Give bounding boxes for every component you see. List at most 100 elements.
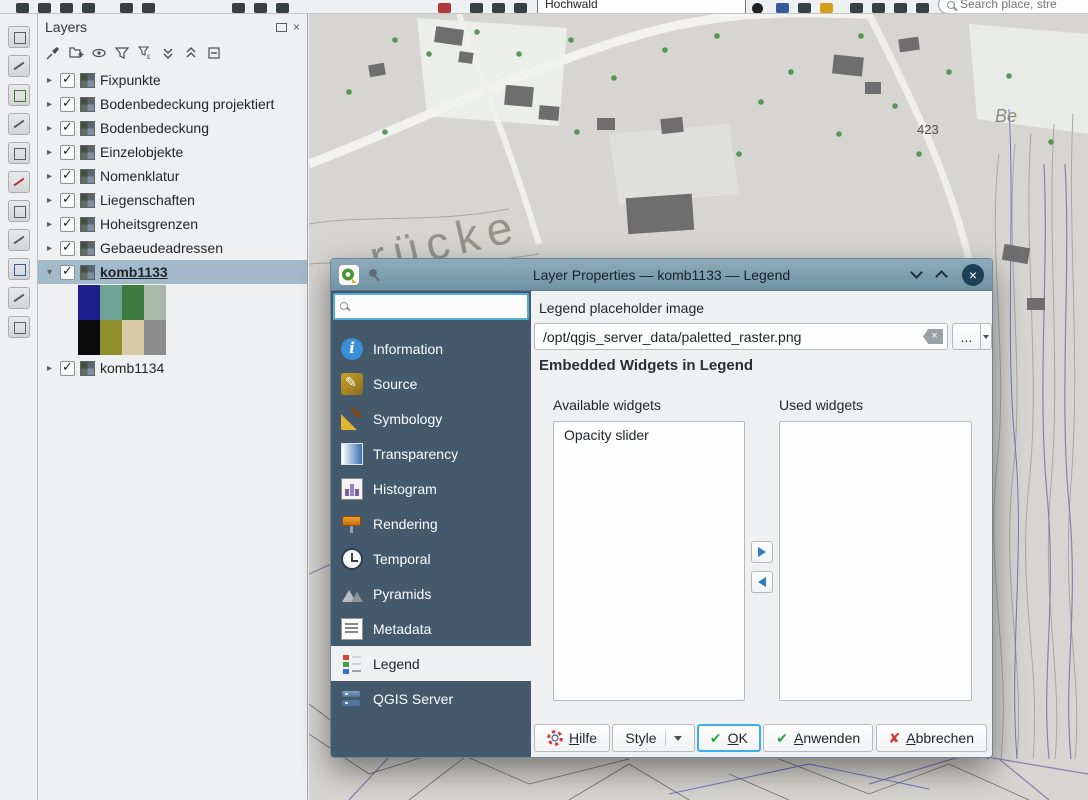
toolbar-icon[interactable] bbox=[776, 3, 789, 13]
layer-visibility-checkbox[interactable] bbox=[60, 121, 75, 136]
dialog-titlebar[interactable]: Layer Properties — komb1133 — Legend × bbox=[331, 259, 992, 291]
filter-legend-icon[interactable] bbox=[114, 45, 130, 61]
panel-close-icon[interactable]: × bbox=[293, 22, 300, 32]
widget-list-item[interactable]: Opacity slider bbox=[554, 422, 744, 448]
properties-tab[interactable]: Source bbox=[331, 366, 531, 401]
expand-arrow-icon[interactable] bbox=[44, 363, 55, 374]
properties-tab[interactable]: Temporal bbox=[331, 541, 531, 576]
panel-float-icon[interactable] bbox=[276, 23, 287, 32]
layer-row[interactable]: Fixpunkte bbox=[38, 68, 307, 92]
remove-item-icon[interactable] bbox=[206, 45, 222, 61]
layer-label[interactable]: Hoheitsgrenzen bbox=[100, 216, 198, 232]
properties-tab[interactable]: QGIS Server bbox=[331, 681, 531, 716]
expand-arrow-icon[interactable] bbox=[44, 75, 55, 86]
properties-tab[interactable]: Pyramids bbox=[331, 576, 531, 611]
style-dropdown-arrow-icon[interactable] bbox=[674, 736, 682, 741]
toolbar-icon[interactable] bbox=[82, 3, 95, 13]
toolbar-icon[interactable] bbox=[798, 3, 811, 13]
locator-search-input[interactable] bbox=[960, 0, 1080, 11]
properties-tab[interactable]: Rendering bbox=[331, 506, 531, 541]
expand-arrow-icon[interactable] bbox=[44, 195, 55, 206]
layer-visibility-checkbox[interactable] bbox=[60, 145, 75, 160]
toolbar-icon[interactable] bbox=[492, 3, 505, 13]
toolbar-icon[interactable] bbox=[276, 3, 289, 13]
properties-tab[interactable]: Symbology bbox=[331, 401, 531, 436]
layer-label[interactable]: Bodenbedeckung projektiert bbox=[100, 96, 274, 112]
layer-row[interactable]: Hoheitsgrenzen bbox=[38, 212, 307, 236]
properties-tab[interactable]: Legend bbox=[331, 646, 531, 681]
toolbar-combobox[interactable]: Hochwald bbox=[537, 0, 746, 14]
properties-tab[interactable]: Metadata bbox=[331, 611, 531, 646]
layer-row[interactable]: Gebaeudeadressen bbox=[38, 236, 307, 260]
properties-tab[interactable]: Transparency bbox=[331, 436, 531, 471]
browse-dropdown-arrow-icon[interactable] bbox=[980, 324, 991, 349]
side-toolbar-icon[interactable] bbox=[8, 84, 30, 106]
toolbar-icon[interactable] bbox=[16, 3, 29, 13]
layer-row[interactable]: Liegenschaften bbox=[38, 188, 307, 212]
layer-visibility-checkbox[interactable] bbox=[60, 193, 75, 208]
toolbar-icon[interactable] bbox=[894, 3, 907, 13]
add-group-icon[interactable] bbox=[68, 45, 84, 61]
side-toolbar-icon[interactable] bbox=[8, 287, 30, 309]
collapse-all-icon[interactable] bbox=[183, 45, 199, 61]
toolbar-icon[interactable] bbox=[60, 3, 73, 13]
expand-arrow-icon[interactable] bbox=[44, 243, 55, 254]
side-toolbar-icon[interactable] bbox=[8, 113, 30, 135]
side-toolbar-icon[interactable] bbox=[8, 316, 30, 338]
locator-search[interactable] bbox=[938, 0, 1088, 14]
expand-arrow-icon[interactable] bbox=[44, 123, 55, 134]
toolbar-icon[interactable] bbox=[142, 3, 155, 13]
toolbar-icon[interactable] bbox=[916, 3, 929, 13]
expand-arrow-icon[interactable] bbox=[44, 171, 55, 182]
properties-search-input[interactable] bbox=[353, 299, 522, 314]
browse-button[interactable]: ... bbox=[952, 323, 992, 350]
properties-tab[interactable]: Information bbox=[331, 331, 531, 366]
layer-label[interactable]: Nomenklatur bbox=[100, 168, 179, 184]
side-toolbar-icon[interactable] bbox=[8, 26, 30, 48]
layer-label[interactable]: Liegenschaften bbox=[100, 192, 195, 208]
used-widgets-list[interactable] bbox=[779, 421, 972, 701]
layer-label[interactable]: Bodenbedeckung bbox=[100, 120, 209, 136]
layer-styling-icon[interactable] bbox=[45, 45, 61, 61]
layer-visibility-checkbox[interactable] bbox=[60, 73, 75, 88]
properties-tab[interactable]: Histogram bbox=[331, 471, 531, 506]
available-widgets-list[interactable]: Opacity slider bbox=[553, 421, 745, 701]
chevron-up-icon[interactable] bbox=[935, 270, 948, 283]
expand-arrow-icon[interactable] bbox=[44, 147, 55, 158]
layer-row[interactable]: Bodenbedeckung projektiert bbox=[38, 92, 307, 116]
layer-visibility-checkbox[interactable] bbox=[60, 241, 75, 256]
cancel-button[interactable]: ✘ Abbrechen bbox=[876, 724, 987, 752]
toolbar-icon[interactable] bbox=[752, 3, 763, 14]
side-toolbar-icon[interactable] bbox=[8, 200, 30, 222]
expand-arrow-icon[interactable] bbox=[44, 99, 55, 110]
layer-visibility-checkbox[interactable] bbox=[60, 361, 75, 376]
legend-path-input[interactable] bbox=[534, 323, 948, 350]
close-button[interactable]: × bbox=[962, 264, 984, 286]
layer-visibility-checkbox[interactable] bbox=[60, 265, 75, 280]
apply-button[interactable]: ✔ Anwenden bbox=[763, 724, 873, 752]
layer-label[interactable]: Gebaeudeadressen bbox=[100, 240, 223, 256]
move-left-button[interactable] bbox=[751, 571, 773, 593]
move-right-button[interactable] bbox=[751, 541, 773, 563]
expand-arrow-icon[interactable] bbox=[44, 267, 55, 278]
expand-all-icon[interactable] bbox=[160, 45, 176, 61]
layer-row[interactable]: komb1133 bbox=[38, 260, 307, 355]
layer-row[interactable]: Bodenbedeckung bbox=[38, 116, 307, 140]
layer-label[interactable]: komb1133 bbox=[100, 264, 168, 280]
ok-button[interactable]: ✔ OK bbox=[697, 724, 761, 752]
layer-label[interactable]: Einzelobjekte bbox=[100, 144, 183, 160]
toolbar-icon[interactable] bbox=[120, 3, 133, 13]
side-toolbar-icon[interactable] bbox=[8, 171, 30, 193]
expand-arrow-icon[interactable] bbox=[44, 219, 55, 230]
toolbar-icon[interactable] bbox=[820, 3, 833, 13]
toolbar-icon[interactable] bbox=[850, 3, 863, 13]
toolbar-icon[interactable] bbox=[438, 3, 451, 13]
help-button[interactable]: Hilfe bbox=[534, 724, 610, 752]
layer-visibility-checkbox[interactable] bbox=[60, 97, 75, 112]
chevron-down-icon[interactable] bbox=[910, 266, 923, 279]
layer-row[interactable]: Nomenklatur bbox=[38, 164, 307, 188]
pin-icon[interactable] bbox=[367, 267, 383, 283]
toolbar-icon[interactable] bbox=[470, 3, 483, 13]
side-toolbar-icon[interactable] bbox=[8, 229, 30, 251]
toolbar-icon[interactable] bbox=[232, 3, 245, 13]
